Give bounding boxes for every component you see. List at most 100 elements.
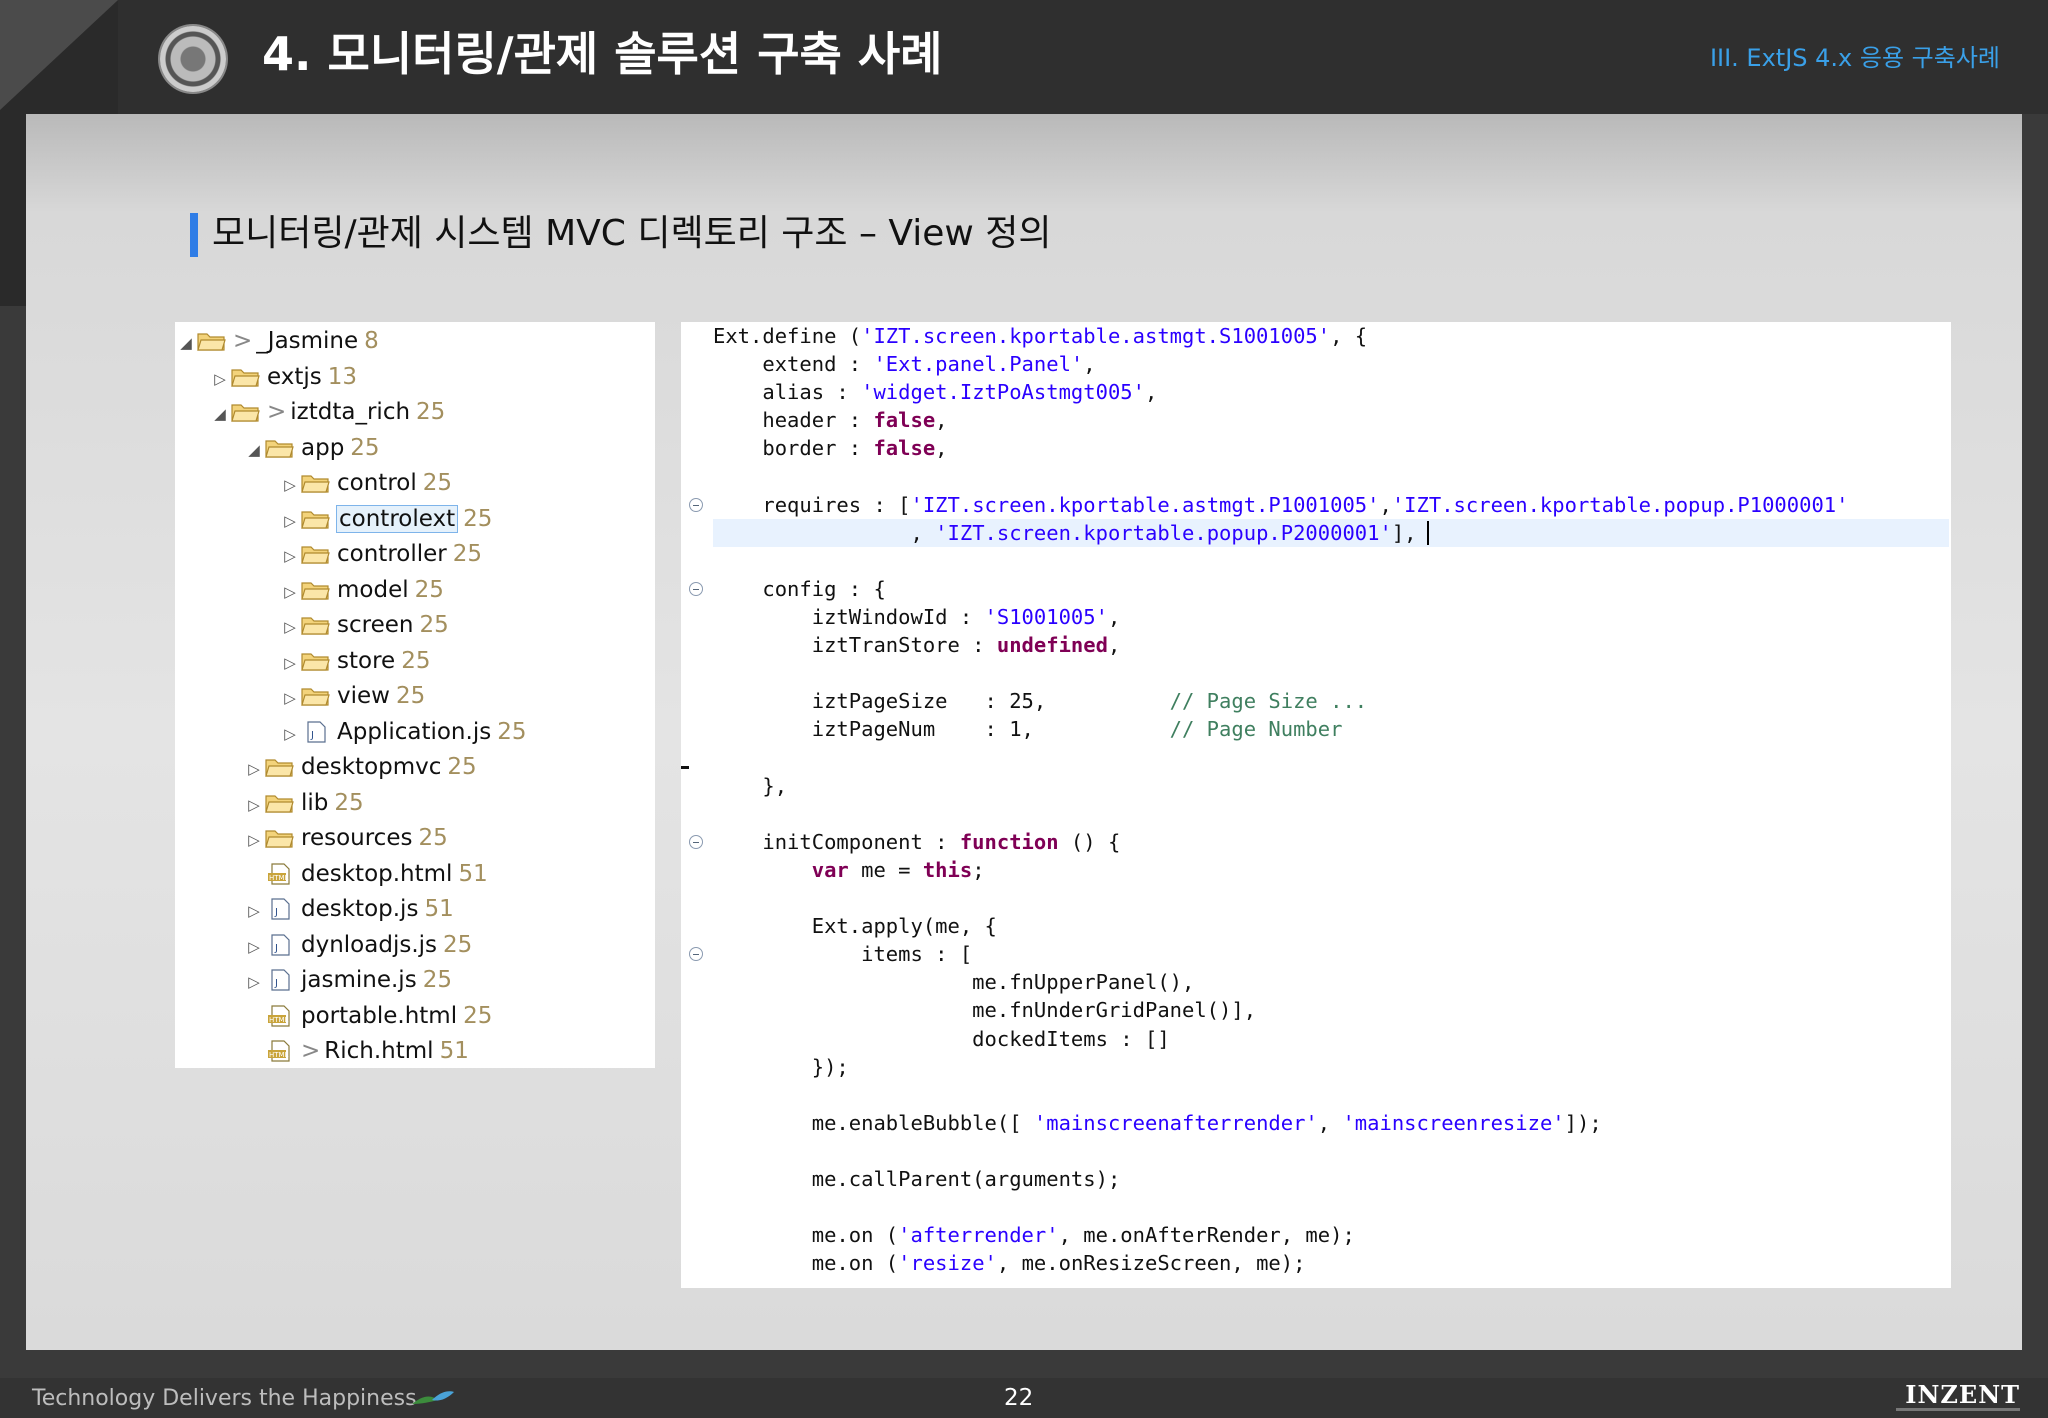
tree-item-label: screen xyxy=(337,612,414,638)
collapse-arrow-icon[interactable]: ◢ xyxy=(175,326,197,360)
tree-item[interactable]: ▷ resources 25 xyxy=(243,821,448,855)
code-line[interactable]: requires : ['IZT.screen.kportable.astmgt… xyxy=(713,491,1848,519)
fold-toggle-icon[interactable] xyxy=(689,497,703,512)
tree-item[interactable]: HTML portable.html 25 xyxy=(243,999,492,1033)
tree-item[interactable]: ▷ Jjasmine.js 25 xyxy=(243,963,452,997)
code-line[interactable]: config : { xyxy=(713,575,885,603)
code-line[interactable]: Ext.apply(me, { xyxy=(713,912,997,940)
expand-arrow-icon[interactable]: ▷ xyxy=(243,965,265,999)
code-token: ; xyxy=(972,857,985,882)
tree-item-revision: 25 xyxy=(463,505,493,532)
tree-item[interactable]: HTML > Rich.html 51 xyxy=(243,1034,469,1068)
collapse-arrow-icon[interactable]: ◢ xyxy=(209,397,231,431)
code-line[interactable]: }); xyxy=(713,1053,849,1081)
tree-item[interactable]: ◢ app 25 xyxy=(243,431,380,467)
editor-marker xyxy=(681,766,689,769)
code-token: requires : [ xyxy=(713,492,911,517)
tree-item-revision: 25 xyxy=(350,434,380,461)
code-line[interactable]: me.fnUpperPanel(), xyxy=(713,968,1194,996)
code-token: 'widget.IztPoAstmgt005' xyxy=(861,380,1145,405)
code-line[interactable]: me.on ('afterrender', me.onAfterRender, … xyxy=(713,1221,1355,1249)
code-line[interactable]: Ext.define ('IZT.screen.kportable.astmgt… xyxy=(713,322,1367,350)
tree-item[interactable]: ▷ lib 25 xyxy=(243,786,363,822)
code-line[interactable]: }, xyxy=(713,772,787,800)
expand-arrow-icon[interactable]: ▷ xyxy=(279,504,301,538)
expand-arrow-icon[interactable]: ▷ xyxy=(243,752,265,786)
expand-arrow-icon[interactable]: ▷ xyxy=(243,930,265,964)
expand-arrow-icon[interactable]: ▷ xyxy=(279,575,301,609)
fold-toggle-icon[interactable] xyxy=(689,834,703,849)
code-token: ]); xyxy=(1564,1110,1602,1135)
code-token: me.on ( xyxy=(713,1251,899,1276)
code-token: , { xyxy=(1330,324,1368,348)
code-line[interactable]: , 'IZT.screen.kportable.popup.P2000001']… xyxy=(713,518,1949,547)
code-line[interactable]: extend : 'Ext.panel.Panel', xyxy=(713,350,1095,378)
inzent-logo: INZENT xyxy=(1905,1380,2020,1410)
tree-item[interactable]: ▷ Jdynloadjs.js 25 xyxy=(243,928,472,962)
expand-arrow-icon[interactable]: ▷ xyxy=(243,894,265,928)
expand-arrow-icon[interactable]: ▷ xyxy=(279,646,301,680)
code-token: border : xyxy=(713,436,874,461)
code-token: 'IZT.screen.kportable.popup.P1000001' xyxy=(1391,492,1849,517)
code-line[interactable]: me.fnUnderGridPanel()], xyxy=(713,996,1256,1024)
code-line[interactable]: alias : 'widget.IztPoAstmgt005', xyxy=(713,378,1157,406)
tree-item-label: controller xyxy=(337,541,447,567)
code-line[interactable]: me.on ('resize', me.onResizeScreen, me); xyxy=(713,1249,1306,1277)
tree-item-label: desktop.html xyxy=(301,860,453,887)
expand-arrow-icon[interactable]: ▷ xyxy=(279,610,301,644)
svg-text:HTML: HTML xyxy=(269,874,289,882)
code-line[interactable]: iztTranStore : undefined, xyxy=(713,631,1121,659)
js-file-icon: J xyxy=(265,896,295,920)
code-token: }, xyxy=(713,773,788,798)
fold-toggle-icon[interactable] xyxy=(689,581,703,596)
expand-arrow-icon[interactable]: ▷ xyxy=(279,717,301,751)
tree-item[interactable]: ▷ store 25 xyxy=(279,644,430,678)
code-line[interactable]: iztWindowId : 'S1001005', xyxy=(713,603,1121,631)
tree-item-revision: 25 xyxy=(422,470,453,496)
code-line[interactable]: header : false, xyxy=(713,406,947,434)
tree-item[interactable]: ◢ > iztdta_rich 25 xyxy=(209,395,445,429)
tree-item[interactable]: ▷ J Application.js 25 xyxy=(279,715,526,749)
expand-arrow-icon[interactable]: ▷ xyxy=(243,823,265,857)
code-line[interactable]: initComponent : function () { xyxy=(713,828,1120,856)
html-file-icon: HTML xyxy=(265,861,295,885)
folder-icon xyxy=(231,364,261,387)
code-line[interactable]: dockedItems : [] xyxy=(713,1025,1169,1053)
code-token: 'Ext.panel.Panel' xyxy=(873,352,1084,377)
expand-arrow-icon[interactable]: ▷ xyxy=(243,788,265,822)
collapse-arrow-icon[interactable]: ◢ xyxy=(243,433,265,467)
svg-text:J: J xyxy=(274,978,278,989)
expand-arrow-icon[interactable]: ▷ xyxy=(279,681,301,715)
code-token: alias : xyxy=(713,380,862,405)
code-line[interactable]: me.enableBubble([ 'mainscreenafterrender… xyxy=(713,1109,1602,1137)
tree-item[interactable]: ▷ controlext 25 xyxy=(279,502,492,536)
brand-name: INZENT xyxy=(1905,1380,2020,1409)
tree-item[interactable]: ▷ model 25 xyxy=(279,573,444,607)
expand-arrow-icon[interactable]: ▷ xyxy=(279,468,301,502)
expand-arrow-icon[interactable]: ▷ xyxy=(279,539,301,573)
code-line[interactable]: var me = this; xyxy=(713,856,985,884)
tree-item-label: control xyxy=(337,470,417,496)
tree-item[interactable]: ▷ extjs 13 xyxy=(209,360,357,394)
code-line[interactable]: iztPageSize : 25, // Page Size ... xyxy=(713,687,1367,715)
tree-item[interactable]: ▷ view 25 xyxy=(279,679,425,713)
expand-arrow-icon[interactable]: ▷ xyxy=(209,362,231,396)
code-token: iztPageSize : 25, xyxy=(713,689,1170,714)
code-line[interactable]: iztPageNum : 1, // Page Number xyxy=(713,715,1343,743)
code-line[interactable]: border : false, xyxy=(713,434,947,462)
fold-toggle-icon[interactable] xyxy=(689,947,703,962)
tree-item[interactable]: HTML desktop.html 51 xyxy=(243,857,488,891)
tree-item-label: desktopmvc xyxy=(301,754,442,780)
code-token: 'IZT.screen.kportable.astmgt.S1001005' xyxy=(861,324,1331,348)
tree-item[interactable]: ▷ desktopmvc 25 xyxy=(243,750,476,786)
tree-item[interactable]: ▷ control 25 xyxy=(279,466,452,500)
folder-icon xyxy=(265,825,295,848)
tree-item-revision: 25 xyxy=(452,541,483,567)
tree-item[interactable]: ◢ > _Jasmine 8 xyxy=(175,324,379,358)
code-line[interactable]: items : [ xyxy=(713,940,972,968)
code-token: , xyxy=(1107,633,1121,658)
tree-item[interactable]: ▷ screen 25 xyxy=(279,608,449,642)
code-line[interactable]: me.callParent(arguments); xyxy=(713,1165,1121,1193)
tree-item[interactable]: ▷ controller 25 xyxy=(279,537,482,571)
tree-item[interactable]: ▷ Jdesktop.js 51 xyxy=(243,892,454,926)
